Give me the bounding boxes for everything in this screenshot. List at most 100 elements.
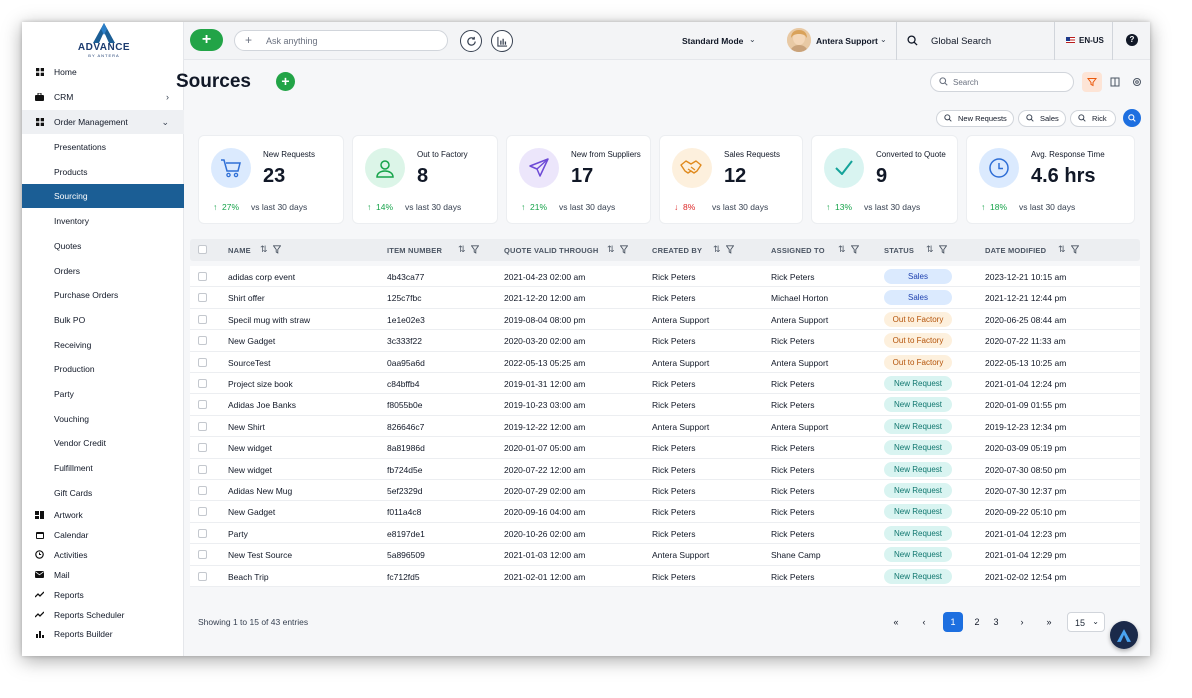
- row-checkbox[interactable]: [198, 336, 207, 346]
- table-row[interactable]: adidas corp event 4b43ca77 2021-04-23 02:0…: [190, 266, 1140, 288]
- sidebar-item-reports-builder[interactable]: Reports Builder: [22, 624, 184, 644]
- cell-name[interactable]: Specil mug with straw: [228, 315, 310, 325]
- first-page-button[interactable]: «: [886, 612, 906, 632]
- help-icon[interactable]: ?: [1126, 34, 1138, 46]
- row-checkbox[interactable]: [198, 293, 207, 303]
- row-checkbox[interactable]: [198, 443, 207, 453]
- row-checkbox[interactable]: [198, 272, 207, 281]
- column-header-created-by[interactable]: CREATED BY: [652, 246, 702, 255]
- cell-name[interactable]: New widget: [228, 465, 272, 475]
- row-checkbox[interactable]: [198, 486, 207, 495]
- sort-icon[interactable]: ⇅: [926, 244, 934, 255]
- sidebar-item-purchase-orders[interactable]: Purchase Orders: [22, 283, 184, 307]
- filter-icon[interactable]: [939, 245, 947, 254]
- cell-name[interactable]: Party: [228, 529, 248, 539]
- table-row[interactable]: SourceTest 0aa95a6d 2022-05-13 05:25 am Ant…: [190, 351, 1140, 373]
- stat-card-converted-to-quote[interactable]: Converted to Quote 9 ↑ 13% vs last 30 da…: [811, 135, 958, 224]
- cell-name[interactable]: New Gadget: [228, 507, 275, 517]
- table-row[interactable]: New Gadget f011a4c8 2020-09-16 04:00 am Ric…: [190, 501, 1140, 523]
- cell-name[interactable]: New Gadget: [228, 336, 275, 346]
- page-size-select[interactable]: 15 ⌄: [1067, 612, 1105, 632]
- sidebar-item-vouching[interactable]: Vouching: [22, 407, 184, 431]
- sidebar-item-receiving[interactable]: Receiving: [22, 333, 184, 357]
- table-row[interactable]: New widget fb724d5e 2020-07-22 12:00 am Ric…: [190, 458, 1140, 480]
- sidebar-item-products[interactable]: Products: [22, 160, 184, 184]
- filter-icon[interactable]: [1071, 245, 1079, 254]
- column-header-status[interactable]: STATUS: [884, 246, 914, 255]
- column-header-assigned-to[interactable]: ASSIGNED TO: [771, 246, 825, 255]
- table-row[interactable]: Adidas Joe Banks f8055b0e 2019-10-23 03:00…: [190, 394, 1140, 416]
- page-3-button[interactable]: 3: [986, 612, 1006, 632]
- sidebar-item-artwork[interactable]: Artwork: [22, 505, 184, 525]
- ask-anything-input[interactable]: + Ask anything: [234, 30, 448, 51]
- sidebar-item-order-management[interactable]: Order Management ⌄: [22, 110, 184, 134]
- filter-chip-rick[interactable]: Rick: [1070, 110, 1116, 127]
- row-checkbox[interactable]: [198, 421, 207, 431]
- sidebar-item-inventory[interactable]: Inventory: [22, 209, 184, 233]
- sort-icon[interactable]: ⇅: [713, 244, 721, 255]
- filter-icon[interactable]: [851, 245, 859, 254]
- row-checkbox[interactable]: [198, 550, 207, 560]
- refresh-button[interactable]: [460, 30, 482, 52]
- table-row[interactable]: Adidas New Mug 5ef2329d 2020-07-29 02:00 a…: [190, 480, 1140, 502]
- select-all-checkbox[interactable]: [198, 245, 207, 254]
- column-header-item-number[interactable]: ITEM NUMBER: [387, 246, 442, 255]
- stat-card-new-requests[interactable]: New Requests 23 ↑ 27% vs last 30 days: [198, 135, 344, 224]
- table-row[interactable]: Specil mug with straw 1e1e02e3 2019-08-04 …: [190, 308, 1140, 331]
- row-checkbox[interactable]: [198, 357, 207, 367]
- row-checkbox[interactable]: [198, 464, 207, 474]
- cell-name[interactable]: adidas corp event: [228, 272, 295, 282]
- filter-chip-new-requests[interactable]: New Requests: [936, 110, 1014, 127]
- stat-card-out-to-factory[interactable]: Out to Factory 8 ↑ 14% vs last 30 days: [352, 135, 498, 224]
- cell-name[interactable]: Shirt offer: [228, 293, 265, 303]
- chevron-down-icon[interactable]: ⌄: [880, 35, 887, 44]
- sort-icon[interactable]: ⇅: [838, 244, 846, 255]
- table-row[interactable]: Shirt offer 125c7fbc 2021-12-20 12:00 am Ri…: [190, 287, 1140, 309]
- sidebar-item-orders[interactable]: Orders: [22, 259, 184, 283]
- row-checkbox[interactable]: [198, 528, 207, 538]
- columns-button[interactable]: [1105, 72, 1125, 92]
- sidebar-item-activities[interactable]: Activities: [22, 545, 184, 565]
- cell-name[interactable]: New Test Source: [228, 550, 292, 560]
- sidebar-item-fulfillment[interactable]: Fulfillment: [22, 456, 184, 480]
- sidebar-item-crm[interactable]: CRM ›: [22, 85, 184, 109]
- analytics-button[interactable]: [491, 30, 513, 52]
- sidebar-item-mail[interactable]: Mail: [22, 565, 184, 585]
- mode-selector[interactable]: Standard Mode: [682, 36, 743, 46]
- column-header-date-modified[interactable]: DATE MODIFIED: [985, 246, 1046, 255]
- sort-icon[interactable]: ⇅: [458, 244, 466, 255]
- next-page-button[interactable]: ›: [1012, 612, 1032, 632]
- sidebar-item-vendor-credit[interactable]: Vendor Credit: [22, 431, 184, 455]
- sidebar-item-calendar[interactable]: Calendar: [22, 525, 184, 545]
- cell-name[interactable]: New widget: [228, 443, 272, 453]
- column-header-name[interactable]: NAME: [228, 246, 251, 255]
- sidebar-item-quotes[interactable]: Quotes: [22, 234, 184, 258]
- filter-icon[interactable]: [471, 245, 479, 254]
- sidebar-item-gift-cards[interactable]: Gift Cards: [22, 481, 184, 505]
- sidebar-item-sourcing[interactable]: Sourcing: [22, 184, 184, 209]
- user-name[interactable]: Antera Support: [816, 36, 878, 46]
- apply-search-button[interactable]: [1123, 109, 1141, 127]
- cell-name[interactable]: Adidas New Mug: [228, 486, 292, 496]
- search-input[interactable]: Search: [930, 72, 1074, 92]
- page-1-button[interactable]: 1: [943, 612, 963, 632]
- sidebar-item-party[interactable]: Party: [22, 382, 184, 406]
- table-row[interactable]: New Test Source 5a896509 2021-01-03 12:00 …: [190, 544, 1140, 566]
- stat-card-avg-response-time[interactable]: Avg. Response Time 4.6 hrs ↑ 18% vs last…: [966, 135, 1135, 224]
- cell-name[interactable]: Project size book: [228, 379, 293, 389]
- table-row[interactable]: Party e8197de1 2020-10-26 02:00 am Rick Pet…: [190, 522, 1140, 545]
- table-row[interactable]: New Shirt 826646c7 2019-12-22 12:00 am Ante…: [190, 415, 1140, 438]
- avatar[interactable]: [787, 28, 811, 52]
- filter-button[interactable]: [1082, 72, 1102, 92]
- row-checkbox[interactable]: [198, 379, 207, 388]
- sidebar-item-production[interactable]: Production: [22, 357, 184, 381]
- global-search[interactable]: Global Search: [931, 36, 991, 47]
- row-checkbox[interactable]: [198, 507, 207, 517]
- last-page-button[interactable]: »: [1039, 612, 1059, 632]
- sort-icon[interactable]: ⇅: [607, 244, 615, 255]
- filter-icon[interactable]: [726, 245, 734, 254]
- page-2-button[interactable]: 2: [967, 612, 987, 632]
- add-source-button[interactable]: +: [276, 72, 295, 91]
- cell-name[interactable]: Adidas Joe Banks: [228, 400, 296, 410]
- stat-card-new-from-suppliers[interactable]: New from Suppliers 17 ↑ 21% vs last 30 d…: [506, 135, 651, 224]
